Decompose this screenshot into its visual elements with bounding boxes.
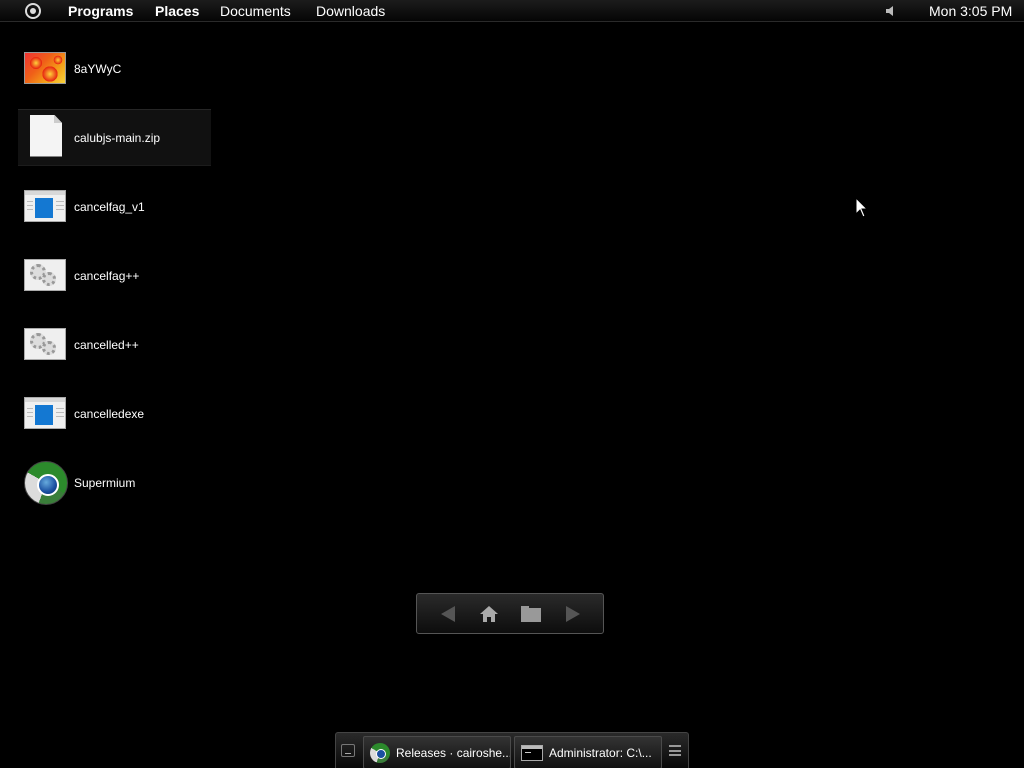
folder-icon[interactable] [520,604,542,624]
desktop-item-label: 8aYWyC [74,61,122,76]
executable-icon [24,396,66,431]
browser-icon [24,460,68,505]
menu-programs[interactable]: Programs [68,3,133,19]
top-menu-bar: Programs Places Documents Downloads Mon … [0,0,1024,22]
desktop-item-label: cancelledexe [74,406,145,421]
desktop-item-label: cancelled++ [74,337,139,352]
taskbar: Releases · cairoshe... Administrator: C:… [335,732,689,768]
desktop-item-label: Supermium [74,475,136,490]
start-orb-icon[interactable] [25,3,41,19]
hamburger-menu-icon[interactable] [669,745,681,756]
desktop-item-cancelfag-v1[interactable]: cancelfag_v1 [18,178,211,235]
home-icon[interactable] [478,604,500,624]
desktop-item-calubjs-main-zip[interactable]: calubjs-main.zip [18,109,211,166]
desktop-item-label: cancelfag_v1 [74,199,145,214]
desktop-item-supermium[interactable]: Supermium [18,454,211,511]
desktop-item-cancelledexe[interactable]: cancelledexe [18,385,211,442]
image-icon [24,51,66,86]
taskbar-button-terminal[interactable]: Administrator: C:\... [514,736,662,768]
desktop-item-label: calubjs-main.zip [74,130,161,145]
taskbar-button-label: Releases · cairoshe... [396,745,511,760]
desktop-item-cancelfag-plusplus[interactable]: cancelfag++ [18,247,211,304]
executable-icon [24,189,66,224]
terminal-icon [521,744,543,761]
desktop-screen: Programs Places Documents Downloads Mon … [0,0,1024,768]
navigation-widget [416,593,604,634]
clock[interactable]: Mon 3:05 PM [929,3,1012,19]
mouse-cursor-icon [856,198,868,218]
browser-icon [370,742,390,763]
forward-arrow-icon[interactable] [562,604,584,624]
taskbar-button-browser[interactable]: Releases · cairoshe... [363,736,511,768]
menu-downloads[interactable]: Downloads [316,3,385,19]
file-icon [24,114,66,157]
menu-documents[interactable]: Documents [220,3,291,19]
desktop-item-cancelled-plusplus[interactable]: cancelled++ [18,316,211,373]
menu-places[interactable]: Places [155,3,199,19]
gears-icon [24,327,66,362]
show-desktop-icon[interactable] [341,744,355,757]
speaker-icon[interactable] [885,5,897,17]
desktop-item-label: cancelfag++ [74,268,140,283]
desktop-item-8aywyc[interactable]: 8aYWyC [18,40,211,97]
taskbar-button-label: Administrator: C:\... [549,745,652,760]
gears-icon [24,258,66,293]
back-arrow-icon[interactable] [437,604,459,624]
